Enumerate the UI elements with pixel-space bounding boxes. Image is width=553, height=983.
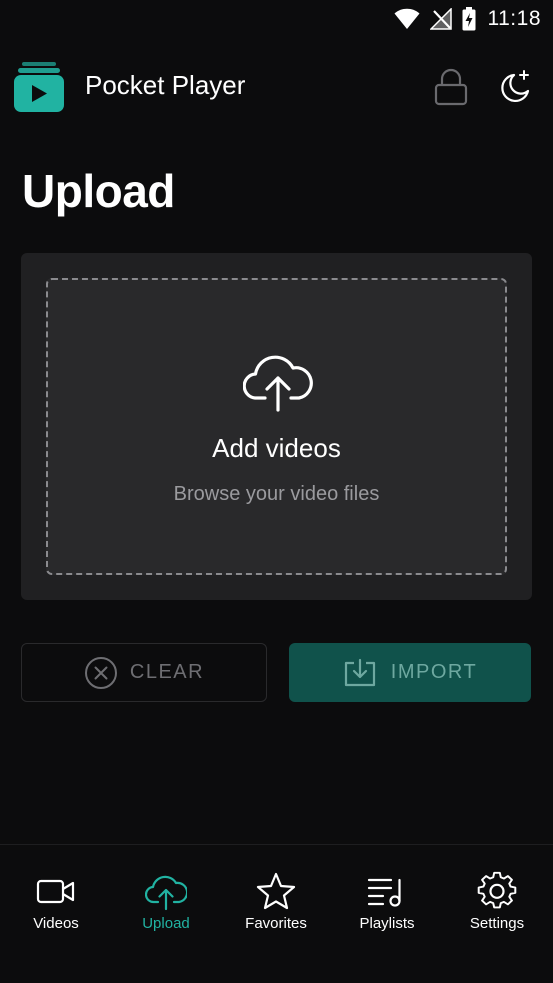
import-tray-icon bbox=[344, 658, 375, 686]
wifi-icon bbox=[394, 8, 419, 29]
app-logo-icon bbox=[14, 62, 64, 112]
status-time: 11:18 bbox=[487, 7, 541, 30]
star-icon bbox=[256, 872, 296, 910]
playlist-icon bbox=[367, 878, 401, 907]
upload-screen: 11:18 Pocket Player Upload Add videos Br… bbox=[0, 0, 553, 983]
upload-card: Add videos Browse your video files bbox=[21, 253, 532, 600]
lock-icon bbox=[434, 68, 468, 106]
nav-item-upload[interactable]: Upload bbox=[111, 845, 221, 983]
night-mode-button[interactable] bbox=[497, 68, 535, 106]
app-title: Pocket Player bbox=[85, 70, 246, 100]
cloud-upload-icon bbox=[145, 875, 187, 911]
clear-label: CLEAR bbox=[129, 661, 205, 683]
status-bar: 11:18 bbox=[0, 0, 553, 38]
nav-label-settings: Settings bbox=[469, 915, 525, 932]
page-title: Upload bbox=[22, 165, 175, 217]
cloud-upload-icon bbox=[243, 355, 313, 412]
clear-circle-x-icon bbox=[84, 656, 117, 689]
battery-charging-icon bbox=[462, 7, 475, 31]
nav-item-settings[interactable]: Settings bbox=[442, 845, 552, 983]
nav-item-playlists[interactable]: Playlists bbox=[332, 845, 442, 983]
import-label: IMPORT bbox=[390, 661, 478, 683]
nav-label-upload: Upload bbox=[142, 915, 190, 932]
video-camera-icon bbox=[36, 879, 75, 904]
moon-icon bbox=[501, 70, 530, 103]
add-videos-subtitle: Browse your video files bbox=[173, 483, 380, 505]
add-videos-drop-zone[interactable]: Add videos Browse your video files bbox=[46, 278, 507, 575]
nav-label-favorites: Favorites bbox=[245, 915, 307, 932]
bottom-navigation: Videos Upload Favorites Playlists Settin… bbox=[0, 844, 553, 983]
lock-button[interactable] bbox=[432, 68, 470, 106]
gear-icon bbox=[477, 871, 517, 909]
status-icons: 11:18 bbox=[394, 6, 542, 32]
app-bar: Pocket Player bbox=[0, 58, 553, 116]
nav-item-videos[interactable]: Videos bbox=[1, 845, 111, 983]
clear-button[interactable]: CLEAR bbox=[21, 643, 267, 702]
nav-label-playlists: Playlists bbox=[359, 915, 415, 932]
nav-label-videos: Videos bbox=[33, 915, 79, 932]
nav-item-favorites[interactable]: Favorites bbox=[221, 845, 331, 983]
add-videos-title: Add videos bbox=[212, 433, 341, 463]
no-signal-icon bbox=[429, 8, 452, 30]
import-button[interactable]: IMPORT bbox=[289, 643, 531, 702]
